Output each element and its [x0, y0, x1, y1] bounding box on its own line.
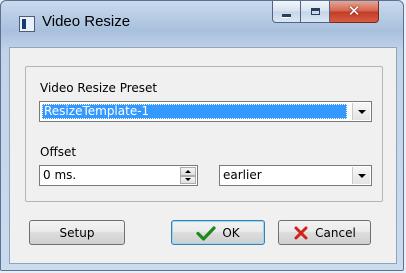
window-title: Video Resize [42, 13, 131, 30]
title-bar[interactable]: Video Resize ✕ [1, 1, 403, 47]
preset-label: Video Resize Preset [40, 81, 158, 95]
offset-spinbox[interactable]: 0 ms. [39, 165, 198, 186]
spin-up-button[interactable] [180, 167, 196, 176]
direction-dropdown-button[interactable] [352, 167, 370, 184]
close-button[interactable]: ✕ [330, 1, 379, 23]
minimize-icon [282, 14, 291, 17]
chevron-down-icon [357, 109, 366, 114]
chevron-down-icon [357, 173, 366, 178]
direction-dropdown[interactable]: earlier [219, 165, 372, 186]
maximize-button[interactable] [301, 1, 330, 23]
ok-label: OK [222, 225, 240, 240]
spin-down-button[interactable] [180, 175, 196, 184]
offset-spinner[interactable] [180, 167, 196, 184]
cancel-button[interactable]: Cancel [278, 220, 371, 245]
cancel-label: Cancel [315, 225, 356, 240]
preset-dropdown[interactable]: ResizeTemplate-1 [39, 101, 372, 122]
setup-button[interactable]: Setup [29, 220, 125, 245]
direction-value: earlier [223, 168, 262, 182]
dialog-body: Video Resize Preset ResizeTemplate-1 Off… [9, 47, 397, 264]
dialog-window: Video Resize ✕ Video Resize Preset Resiz… [0, 0, 404, 271]
cross-icon [294, 226, 308, 239]
arrow-up-icon [185, 169, 191, 173]
offset-label: Offset [40, 145, 77, 159]
minimize-button[interactable] [272, 1, 301, 23]
offset-value: 0 ms. [43, 168, 77, 182]
checkmark-icon [196, 225, 216, 241]
arrow-down-icon [185, 178, 191, 182]
setup-label: Setup [59, 225, 95, 240]
preset-value: ResizeTemplate-1 [44, 104, 150, 118]
maximize-icon [310, 8, 320, 15]
close-icon: ✕ [347, 2, 361, 20]
app-window-icon [19, 16, 35, 32]
preset-dropdown-button[interactable] [352, 103, 370, 120]
window-controls: ✕ [272, 1, 379, 25]
ok-button[interactable]: OK [171, 220, 265, 245]
settings-group: Video Resize Preset ResizeTemplate-1 Off… [25, 66, 383, 202]
